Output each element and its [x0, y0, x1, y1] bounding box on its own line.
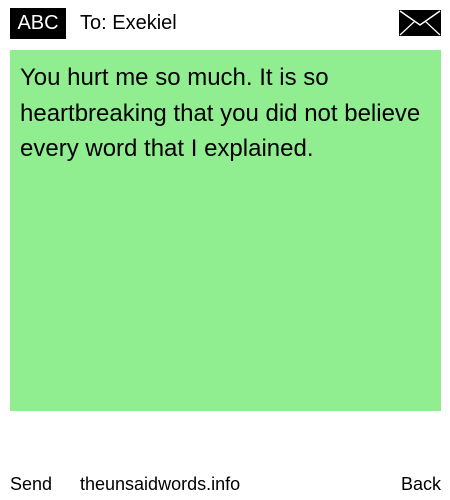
input-mode-badge: ABC	[10, 8, 66, 39]
recipient-label: To: Exekiel	[80, 12, 177, 34]
site-label: theunsaidwords.info	[80, 474, 241, 494]
envelope-icon[interactable]	[399, 10, 441, 36]
back-button[interactable]: Back	[401, 470, 441, 498]
softkey-bar: Send theunsaidwords.info Back	[0, 470, 450, 498]
message-screen: ABC To: Exekiel You hurt me so much. It …	[0, 0, 450, 500]
message-body[interactable]: You hurt me so much. It is so heartbreak…	[10, 50, 441, 411]
send-button[interactable]: Send	[10, 470, 52, 498]
header-bar: ABC To: Exekiel	[0, 0, 450, 44]
message-text: You hurt me so much. It is so heartbreak…	[20, 64, 421, 162]
